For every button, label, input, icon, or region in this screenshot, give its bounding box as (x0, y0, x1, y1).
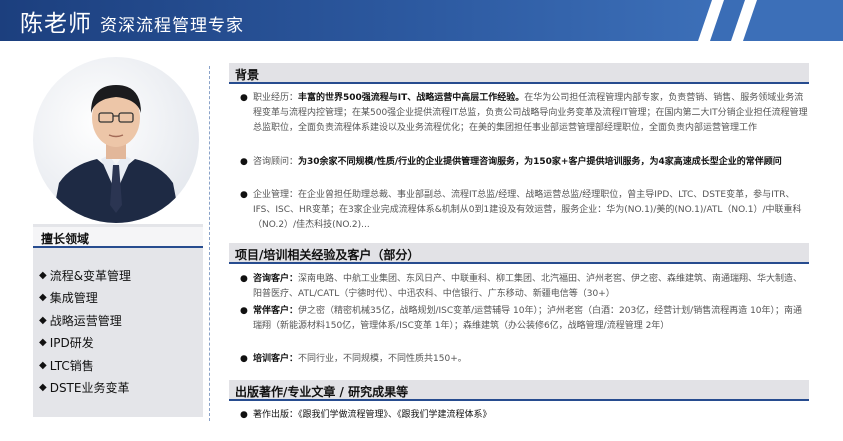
column-divider (209, 66, 210, 421)
bullet-dot-icon: ● (240, 306, 248, 316)
background-header: 背景 (229, 63, 809, 84)
publications-paragraph: ● 著作出版：《跟我们学做流程管理》、《跟我们学建流程体系》 (240, 408, 808, 423)
expert-name: 陈老师 (20, 11, 92, 37)
header-banner: 陈老师 资深流程管理专家 (0, 0, 843, 41)
publications-header: 出版著作/专业文章 / 研究成果等 (229, 380, 809, 401)
consulting-paragraph: ● 咨询顾问：为30余家不同规模/性质/行业的企业提供管理咨询服务，为150家+… (240, 155, 808, 170)
bullet-dot-icon: ● (240, 93, 248, 103)
publications-title: 出版著作/专业文章 / 研究成果等 (235, 385, 409, 399)
skill-item: ◆ DSTE业务变革 (39, 381, 130, 396)
diamond-bullet-icon: ◆ (39, 382, 47, 394)
career-paragraph: ● 职业经历：丰富的世界500强流程与IT、战略运营中高层工作经验。在华为公司担… (240, 93, 808, 133)
skill-item: ◆ LTC销售 (39, 358, 94, 373)
bullet-dot-icon: ● (240, 157, 248, 167)
resident-clients-paragraph: ● 常伴客户：伊之密（精密机械35亿，战略规划/ISC变革/运营辅导 10年）；… (240, 306, 803, 331)
diamond-bullet-icon: ◆ (39, 314, 47, 326)
projects-header: 项目/培训相关经验及客户（部分） (229, 243, 809, 264)
bullet-dot-icon: ● (240, 274, 248, 284)
bullet-dot-icon: ● (240, 354, 248, 364)
diamond-bullet-icon: ◆ (39, 269, 47, 281)
consult-clients-paragraph: ● 咨询客户：深南电路、中航工业集团、东风日产、中联重科、柳工集团、北汽福田、泸… (240, 274, 803, 299)
skills-header: 擅长领域 (33, 227, 203, 248)
expert-role: 资深流程管理专家 (100, 16, 244, 36)
banner-title: 陈老师 资深流程管理专家 (20, 4, 244, 38)
background-title: 背景 (235, 68, 260, 82)
skills-title: 擅长领域 (41, 232, 90, 246)
skill-item: ◆ IPD研发 (39, 336, 94, 351)
diamond-bullet-icon: ◆ (39, 359, 47, 371)
skills-panel: 擅长领域 ◆ 流程&变革管理 ◆ 集成管理 ◆ 战略运营管理 ◆ IPD研发 ◆ LTC销… (33, 224, 203, 417)
profile-photo (31, 55, 201, 225)
skill-item: ◆ 战略运营管理 (39, 313, 122, 328)
projects-title: 项目/培训相关经验及客户（部分） (235, 248, 420, 262)
diamond-bullet-icon: ◆ (39, 292, 47, 304)
skill-item: ◆ 流程&变革管理 (39, 268, 132, 283)
diamond-bullet-icon: ◆ (39, 337, 47, 349)
management-paragraph: ● 企业管理：在企业曾担任助理总裁、事业部副总、流程IT总监/经理、战略运营总监… (240, 190, 802, 230)
skills-list: ◆ 流程&变革管理 ◆ 集成管理 ◆ 战略运营管理 ◆ IPD研发 ◆ LTC销售 ◆ DS… (39, 264, 131, 399)
training-clients-paragraph: ● 培训客户：不同行业，不同规模，不同性质共150+。 (240, 352, 808, 367)
skill-item: ◆ 集成管理 (39, 291, 98, 306)
bullet-dot-icon: ● (240, 190, 248, 200)
person-portrait-icon (33, 57, 199, 223)
bullet-dot-icon: ● (240, 410, 248, 420)
